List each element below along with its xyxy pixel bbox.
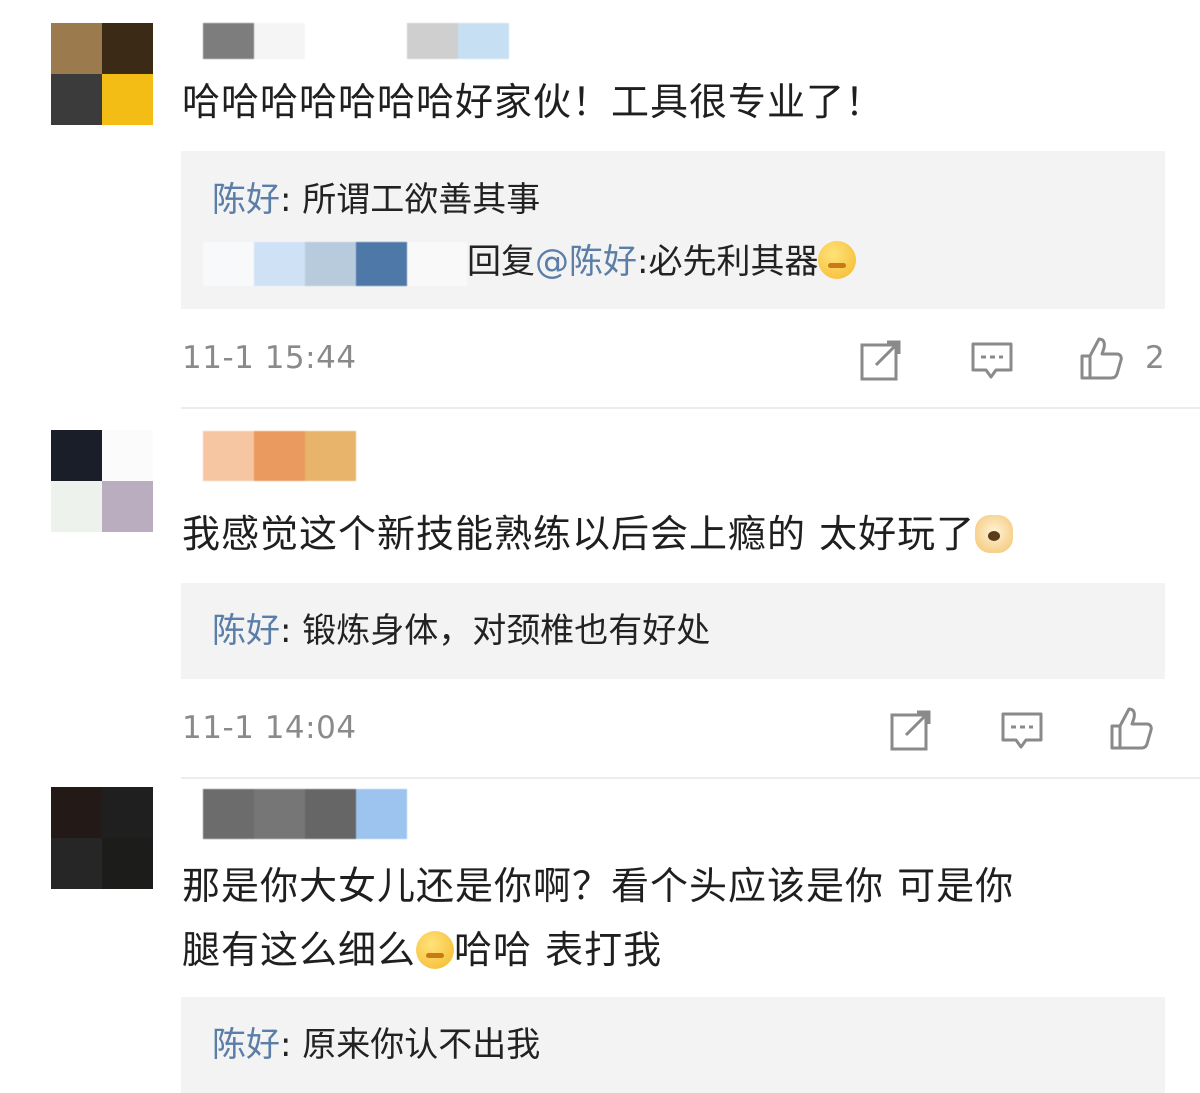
thumbs-up-icon[interactable] xyxy=(1079,336,1123,380)
reply-text: 必先利其器 xyxy=(648,242,819,282)
divider xyxy=(181,777,1200,779)
comment-item: 哈哈哈哈哈哈哈好家伙！工具很专业了！ 陈好: 所谓工欲善其事 回复@陈好:必先利… xyxy=(0,0,1200,410)
comment-item: 我感觉这个新技能熟练以后会上瘾的 太好玩了 陈好: 锻炼身体，对颈椎也有好处 1… xyxy=(0,410,1200,780)
reply-author[interactable]: 陈好 xyxy=(212,180,280,220)
timestamp: 11-1 15:44 xyxy=(182,340,357,376)
comment-item: 那是你大女儿还是你啊？看个头应该是你 可是你 腿有这么细么 哈哈 表打我 陈好: … xyxy=(0,780,1200,1093)
avatar[interactable] xyxy=(51,430,153,532)
share-icon[interactable] xyxy=(889,708,933,752)
reply-text: 所谓工欲善其事 xyxy=(302,180,541,220)
reply-line: 回复@陈好:必先利其器 xyxy=(203,240,857,286)
comment-text: 哈哈哈哈哈哈哈好家伙！工具很专业了！ xyxy=(182,80,885,124)
reply-author[interactable]: 陈好 xyxy=(212,1025,280,1065)
timestamp: 11-1 14:04 xyxy=(182,710,357,746)
reply-line: 陈好: 锻炼身体，对颈椎也有好处 xyxy=(212,611,711,651)
reply-prefix: 回复 xyxy=(467,242,535,282)
comment-icon[interactable] xyxy=(970,338,1014,382)
username-blurred[interactable] xyxy=(203,789,407,839)
thinking-emoji-icon xyxy=(818,241,857,279)
avatar[interactable] xyxy=(51,787,153,889)
share-icon[interactable] xyxy=(859,338,903,382)
reply-mention[interactable]: @陈好 xyxy=(535,242,637,282)
thumbs-up-icon[interactable] xyxy=(1109,706,1153,750)
reply-box[interactable]: 陈好: 锻炼身体，对颈椎也有好处 xyxy=(181,583,1165,679)
like-count: 2 xyxy=(1145,340,1165,376)
comment-icon[interactable] xyxy=(1000,708,1044,752)
reply-line: 陈好: 所谓工欲善其事 xyxy=(212,180,541,220)
reply-author-blurred[interactable] xyxy=(203,241,467,286)
reply-text: 原来你认不出我 xyxy=(302,1025,541,1065)
reply-box[interactable]: 陈好: 所谓工欲善其事 回复@陈好:必先利其器 xyxy=(181,151,1165,309)
username-blurred[interactable] xyxy=(203,23,509,59)
reply-box[interactable]: 陈好: 原来你认不出我 xyxy=(181,997,1165,1093)
comment-text: 那是你大女儿还是你啊？看个头应该是你 可是你 腿有这么细么 哈哈 表打我 xyxy=(182,864,1015,972)
divider xyxy=(181,407,1200,409)
reply-line: 陈好: 原来你认不出我 xyxy=(212,1025,541,1065)
reply-text: 锻炼身体，对颈椎也有好处 xyxy=(302,611,711,651)
avatar[interactable] xyxy=(51,23,153,125)
username-blurred[interactable] xyxy=(203,431,356,481)
reply-author[interactable]: 陈好 xyxy=(212,611,280,651)
laughing-emoji-icon xyxy=(416,931,455,969)
comment-text: 我感觉这个新技能熟练以后会上瘾的 太好玩了 xyxy=(182,502,1142,566)
doge-emoji-icon xyxy=(975,515,1014,553)
